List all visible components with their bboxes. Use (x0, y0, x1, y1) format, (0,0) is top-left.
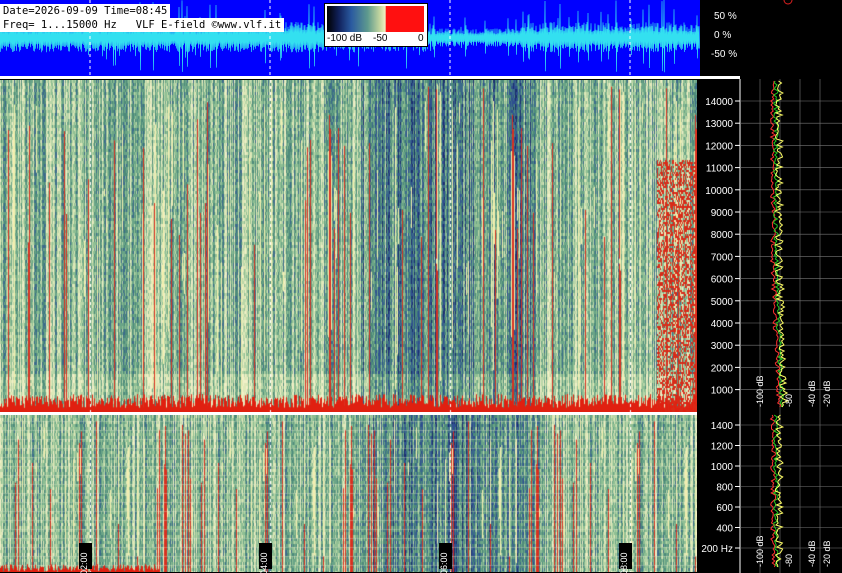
freq-label: 1000 (711, 386, 734, 397)
db-label: -100 dB (755, 375, 765, 407)
date-time-readout: Date=2026-09-09 Time=08:45 (0, 4, 171, 18)
status-icon (783, 0, 793, 5)
freq-label: 12000 (705, 141, 733, 152)
spectrum-panel-upper: 14000 13000 12000 11000 10000 9000 8000 7000 600… (697, 79, 842, 413)
freq-label: 14000 (705, 97, 733, 108)
freq-label: 200 Hz (701, 544, 733, 555)
freq-label: 800 (716, 483, 733, 494)
waveform-scale: 50 % 0 % -50 % (700, 0, 842, 77)
freq-label: 5000 (711, 297, 734, 308)
spectrum-panel-lower: 1400 1200 1000 800 600 400 200 Hz -100 dB -80 -40… (697, 413, 842, 573)
db-label: -100 dB (755, 535, 765, 567)
color-scale-bar (327, 6, 424, 32)
time-label-0200: 02:00 (79, 543, 92, 573)
freq-label: 1400 (711, 421, 734, 432)
freq-label: 10000 (705, 186, 733, 197)
freq-label: 2000 (711, 363, 734, 374)
time-label-0400: 04:00 (259, 543, 272, 573)
waveform-scale-minus-50: -50 % (711, 49, 738, 60)
freq-label: 1000 (711, 462, 734, 473)
frequency-range-readout: Freq= 1...15000 Hz VLF E-field ©www.vlf.… (0, 18, 285, 32)
db-label: -40 dB (807, 380, 817, 407)
waveform-scale-0: 0 % (714, 30, 732, 41)
separator-line (0, 76, 740, 79)
waveform-scale-50: 50 % (714, 11, 737, 22)
db-label: -80 (784, 394, 794, 407)
time-label-0800: 08:00 (619, 543, 632, 573)
freq-label: 8000 (711, 230, 734, 241)
db-label: -40 dB (807, 540, 817, 567)
freq-label: 7000 (711, 252, 734, 263)
freq-label: 6000 (711, 275, 734, 286)
freq-label: 11000 (706, 164, 734, 175)
freq-label: 3000 (711, 341, 734, 352)
freq-label: 1200 (711, 442, 734, 453)
db-label: -80 (784, 554, 794, 567)
time-label-0600: 06:00 (439, 543, 452, 573)
color-scale-min-label: -100 dB (327, 33, 363, 44)
freq-label: 400 (716, 524, 733, 535)
freq-label: 600 (716, 503, 733, 514)
db-label: -20 dB (822, 380, 832, 407)
freq-label: 4000 (711, 319, 734, 330)
freq-label: 13000 (705, 119, 733, 130)
color-scale-legend: -100 dB -50 0 (324, 3, 428, 47)
freq-label: 9000 (711, 208, 734, 219)
spectrogram-upper (0, 80, 697, 412)
db-label: -20 dB (822, 540, 832, 567)
color-scale-max-label: 0 (418, 33, 424, 44)
vlf-spectrogram-screen: Date=2026-09-09 Time=08:45 Freq= 1...150… (0, 0, 842, 573)
spectrogram-lower (0, 415, 697, 572)
color-scale-mid-label: -50 (373, 33, 388, 44)
